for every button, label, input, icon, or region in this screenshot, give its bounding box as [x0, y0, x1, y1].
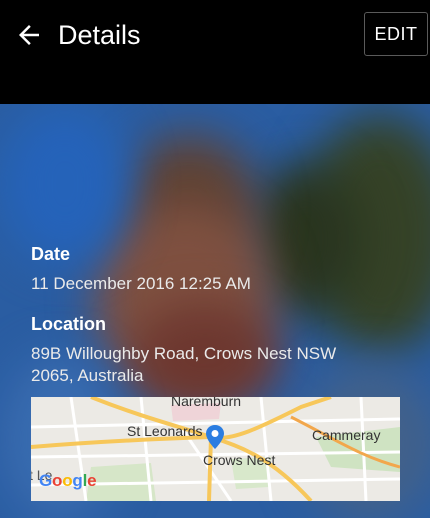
location-line-2: 2065, Australia: [31, 366, 144, 385]
google-logo: Google: [39, 471, 97, 490]
edit-button[interactable]: EDIT: [364, 12, 428, 56]
map-pin-icon: [206, 425, 224, 449]
date-value: 11 December 2016 12:25 AM: [31, 274, 251, 293]
map-label-cammeray: Cammeray: [312, 427, 381, 443]
map-label-crows-nest: Crows Nest: [203, 452, 276, 468]
map-label-naremburn: Naremburn: [171, 397, 242, 409]
app-bar: Details EDIT: [0, 0, 430, 104]
location-line-1: 89B Willoughby Road, Crows Nest NSW: [31, 344, 337, 363]
arrow-left-icon[interactable]: [14, 20, 44, 50]
location-label: Location: [31, 314, 106, 334]
map-label-st-leonards: St Leonards: [127, 423, 203, 439]
page-title: Details: [58, 20, 141, 50]
location-map[interactable]: Naremburn St Leonards Cammeray Crows Nes…: [31, 397, 400, 501]
date-label: Date: [31, 244, 71, 264]
